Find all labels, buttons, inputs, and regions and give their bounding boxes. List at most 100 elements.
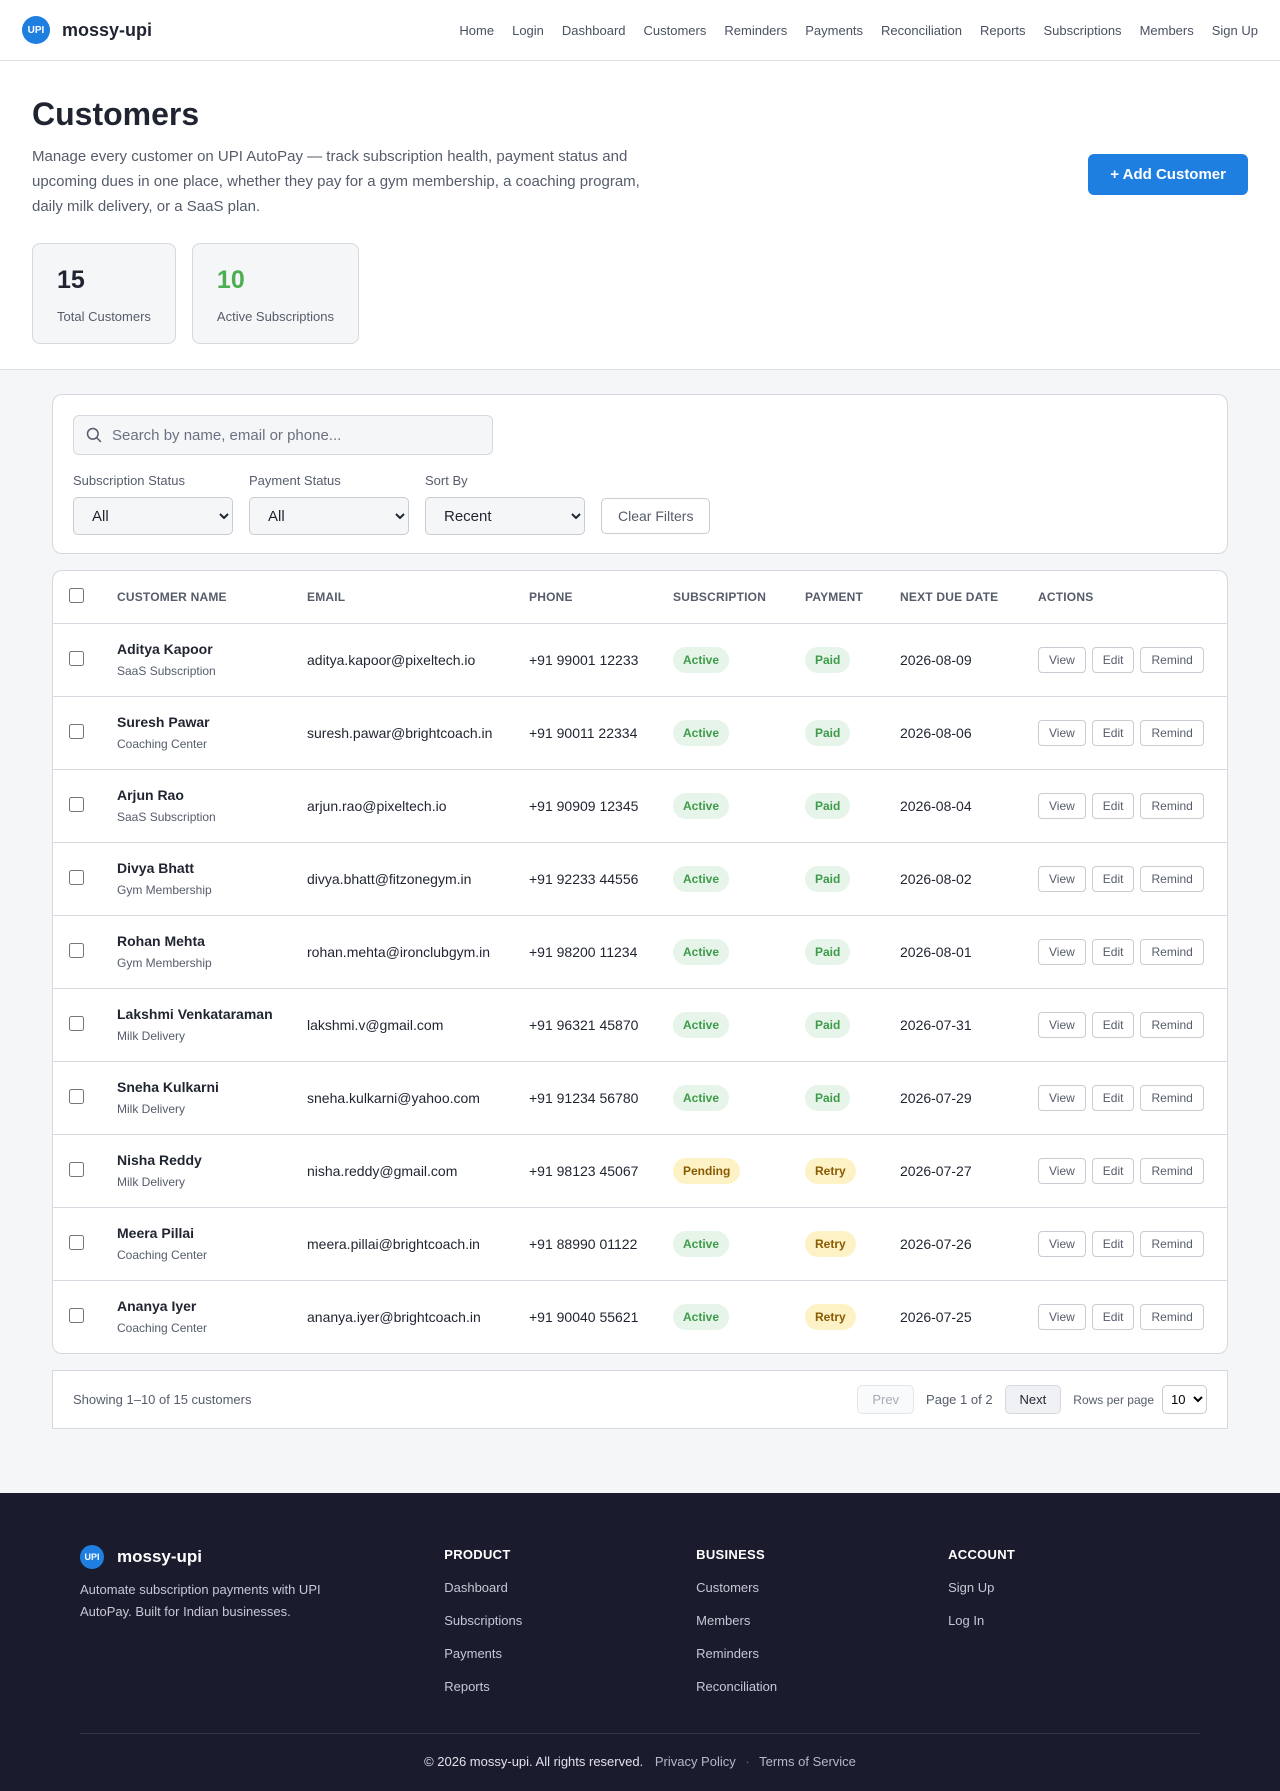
page-description: Manage every customer on UPI AutoPay — t… (32, 148, 640, 215)
clear-filters-button[interactable]: Clear Filters (601, 498, 711, 534)
footer-link-customers[interactable]: Customers (696, 1571, 948, 1604)
nav-link-sign-up[interactable]: Sign Up (1212, 23, 1258, 38)
remind-button[interactable]: Remind (1140, 865, 1204, 892)
nav-link-login[interactable]: Login (512, 23, 544, 38)
payment-cell: Paid (805, 842, 900, 916)
remind-button[interactable]: Remind (1140, 719, 1204, 746)
edit-button[interactable]: Edit (1091, 1157, 1135, 1184)
view-button[interactable]: View (1038, 1303, 1086, 1330)
row-checkbox[interactable] (69, 1015, 84, 1031)
row-checkbox[interactable] (69, 1234, 84, 1250)
brand[interactable]: UPI mossy-upi (22, 16, 152, 44)
remind-button[interactable]: Remind (1140, 792, 1204, 819)
search-input[interactable] (112, 426, 472, 444)
nav-link-reminders[interactable]: Reminders (724, 23, 787, 38)
view-button[interactable]: View (1038, 938, 1086, 965)
view-button[interactable]: View (1038, 1084, 1086, 1111)
nav-link-home[interactable]: Home (459, 23, 494, 38)
customer-name[interactable]: Suresh Pawar (117, 714, 307, 730)
view-button[interactable]: View (1038, 792, 1086, 819)
footer-link-payments[interactable]: Payments (444, 1637, 696, 1670)
row-checkbox[interactable] (69, 1161, 84, 1177)
edit-button[interactable]: Edit (1091, 1230, 1135, 1257)
edit-button[interactable]: Edit (1091, 1303, 1135, 1330)
row-checkbox[interactable] (69, 1307, 84, 1323)
view-button[interactable]: View (1038, 865, 1086, 892)
header-subscription[interactable]: Subscription (673, 571, 805, 624)
remind-button[interactable]: Remind (1140, 1084, 1204, 1111)
header-phone[interactable]: Phone (529, 571, 673, 624)
header-payment[interactable]: Payment (805, 571, 900, 624)
nav-link-subscriptions[interactable]: Subscriptions (1044, 23, 1122, 38)
next-page-button[interactable]: Next (1004, 1385, 1062, 1414)
header-next-due-date[interactable]: Next Due Date (900, 571, 1038, 624)
nav-link-payments[interactable]: Payments (805, 23, 863, 38)
remind-button[interactable]: Remind (1140, 1230, 1204, 1257)
row-checkbox[interactable] (69, 650, 84, 666)
actions-cell: View Edit Remind (1038, 915, 1227, 989)
customer-name[interactable]: Divya Bhatt (117, 860, 307, 876)
remind-button[interactable]: Remind (1140, 1303, 1204, 1330)
view-button[interactable]: View (1038, 1230, 1086, 1257)
subscription-status-select[interactable]: All (73, 497, 233, 535)
customer-name[interactable]: Aditya Kapoor (117, 641, 307, 657)
footer-link-sign-up[interactable]: Sign Up (948, 1571, 1200, 1604)
footer-link-reports[interactable]: Reports (444, 1670, 696, 1703)
edit-button[interactable]: Edit (1091, 646, 1135, 673)
row-checkbox[interactable] (69, 723, 84, 739)
privacy-policy-link[interactable]: Privacy Policy (655, 1754, 736, 1769)
view-button[interactable]: View (1038, 1157, 1086, 1184)
edit-button[interactable]: Edit (1091, 1011, 1135, 1038)
customer-name[interactable]: Rohan Mehta (117, 933, 307, 949)
add-customer-button[interactable]: + Add Customer (1088, 154, 1248, 195)
view-button[interactable]: View (1038, 1011, 1086, 1038)
view-button[interactable]: View (1038, 719, 1086, 746)
customer-name[interactable]: Meera Pillai (117, 1225, 307, 1241)
select-all-checkbox[interactable] (69, 587, 84, 603)
nav-link-dashboard[interactable]: Dashboard (562, 23, 626, 38)
footer-link-reconciliation[interactable]: Reconciliation (696, 1670, 948, 1703)
footer-link-subscriptions[interactable]: Subscriptions (444, 1604, 696, 1637)
edit-button[interactable]: Edit (1091, 865, 1135, 892)
actions-cell: View Edit Remind (1038, 1280, 1227, 1353)
footer-link-dashboard[interactable]: Dashboard (444, 1571, 696, 1604)
row-checkbox[interactable] (69, 869, 84, 885)
payment-status-select[interactable]: All (249, 497, 409, 535)
footer-link-reminders[interactable]: Reminders (696, 1637, 948, 1670)
footer-link-log-in[interactable]: Log In (948, 1604, 1200, 1637)
header-email[interactable]: Email (307, 571, 529, 624)
remind-button[interactable]: Remind (1140, 938, 1204, 965)
edit-button[interactable]: Edit (1091, 719, 1135, 746)
row-checkbox[interactable] (69, 1088, 84, 1104)
sort-by-select[interactable]: Recent (425, 497, 585, 535)
customer-name[interactable]: Ananya Iyer (117, 1298, 307, 1314)
remind-button[interactable]: Remind (1140, 1011, 1204, 1038)
header-customer-name[interactable]: Customer Name (117, 571, 307, 624)
prev-page-button[interactable]: Prev (857, 1385, 915, 1414)
view-button[interactable]: View (1038, 646, 1086, 673)
rows-per-page-select[interactable]: 10 (1162, 1385, 1207, 1414)
nav-link-reports[interactable]: Reports (980, 23, 1026, 38)
customer-type: Milk Delivery (117, 1102, 186, 1116)
edit-button[interactable]: Edit (1091, 938, 1135, 965)
remind-button[interactable]: Remind (1140, 1157, 1204, 1184)
footer-brand-row[interactable]: UPI mossy-upi (80, 1545, 444, 1569)
edit-button[interactable]: Edit (1091, 1084, 1135, 1111)
customer-name[interactable]: Lakshmi Venkataraman (117, 1006, 307, 1022)
nav-link-members[interactable]: Members (1140, 23, 1194, 38)
payment-status-badge: Paid (805, 1084, 851, 1111)
edit-button[interactable]: Edit (1091, 792, 1135, 819)
row-checkbox[interactable] (69, 796, 84, 812)
nav-link-customers[interactable]: Customers (644, 23, 707, 38)
customer-name[interactable]: Arjun Rao (117, 787, 307, 803)
footer-col-title: Business (696, 1547, 766, 1562)
footer-link-members[interactable]: Members (696, 1604, 948, 1637)
search-box[interactable] (73, 415, 493, 455)
customer-name[interactable]: Sneha Kulkarni (117, 1079, 307, 1095)
customer-name[interactable]: Nisha Reddy (117, 1152, 307, 1168)
nav-link-reconciliation[interactable]: Reconciliation (881, 23, 962, 38)
row-checkbox[interactable] (69, 942, 84, 958)
terms-of-service-link[interactable]: Terms of Service (759, 1754, 856, 1769)
remind-button[interactable]: Remind (1140, 646, 1204, 673)
due-date-cell: 2026-07-26 (900, 1207, 1038, 1281)
